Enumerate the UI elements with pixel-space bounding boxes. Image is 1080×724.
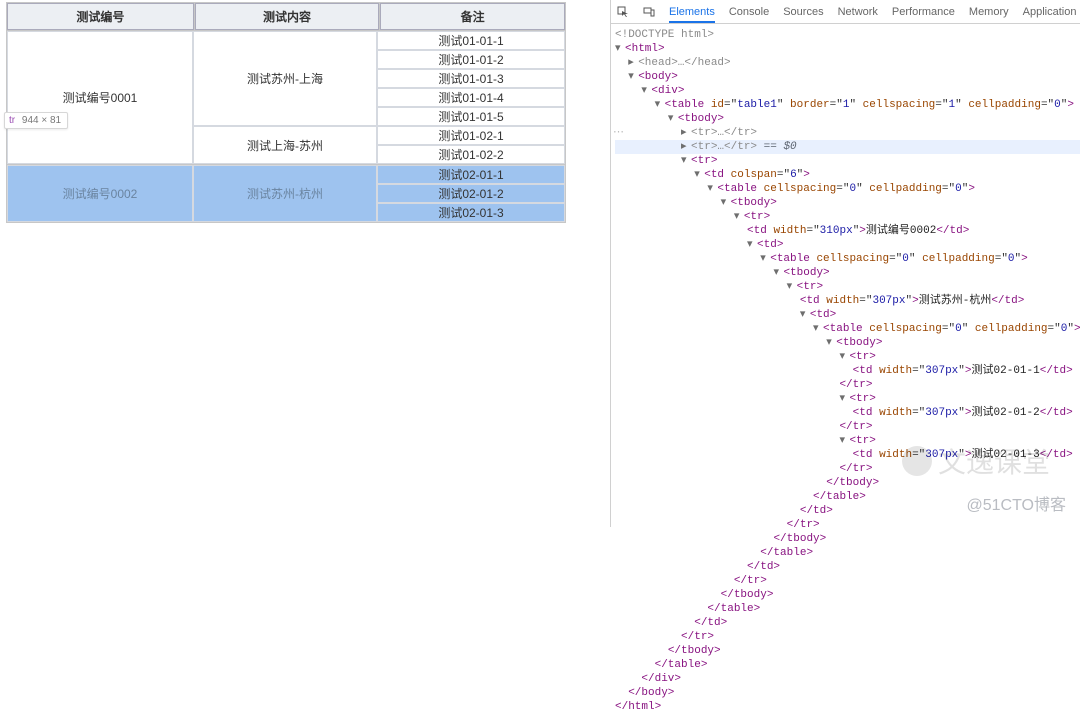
element-tooltip: tr 944 × 81 xyxy=(4,112,68,129)
dom-tree[interactable]: <!DOCTYPE html>▾<html> ▸<head>…</head> ▾… xyxy=(611,24,1080,724)
table-row[interactable]: 测试编号0002测试苏州-杭州测试02-01-1测试02-01-2测试02-01… xyxy=(7,165,565,222)
tooltip-tag: tr xyxy=(9,115,15,126)
col-header-content: 测试内容 xyxy=(195,3,380,30)
cell-note: 测试02-01-1 xyxy=(377,165,565,184)
cell-note: 测试02-01-3 xyxy=(377,203,565,222)
devtools-tab-network[interactable]: Network xyxy=(838,6,878,18)
cell-content: 测试苏州-杭州 xyxy=(193,165,377,222)
inspect-icon[interactable] xyxy=(617,5,629,19)
cell-content: 测试上海-苏州 xyxy=(193,126,377,164)
col-header-note: 备注 xyxy=(380,3,565,30)
rendered-page: 测试编号 测试内容 备注 测试编号0001测试苏州-上海测试01-01-1测试0… xyxy=(0,0,590,225)
cell-note: 测试01-01-5 xyxy=(377,107,565,126)
cell-id: 测试编号0001 xyxy=(7,31,193,164)
cell-note: 测试01-01-2 xyxy=(377,50,565,69)
devtools-tab-memory[interactable]: Memory xyxy=(969,6,1009,18)
cell-note: 测试01-02-2 xyxy=(377,145,565,164)
table-row[interactable]: 测试编号0001测试苏州-上海测试01-01-1测试01-01-2测试01-01… xyxy=(7,31,565,164)
data-table: 测试编号 测试内容 备注 测试编号0001测试苏州-上海测试01-01-1测试0… xyxy=(6,2,566,223)
watermark-site: @51CTO博客 xyxy=(966,491,1066,515)
device-icon[interactable] xyxy=(643,5,655,19)
devtools-tabbar: Elements Console Sources Network Performance… xyxy=(611,0,1080,24)
table-body: 测试编号0001测试苏州-上海测试01-01-1测试01-01-2测试01-01… xyxy=(7,31,565,222)
devtools-tab-performance[interactable]: Performance xyxy=(892,6,955,18)
cell-note: 测试01-02-1 xyxy=(377,126,565,145)
cell-note: 测试01-01-3 xyxy=(377,69,565,88)
devtools-tab-sources[interactable]: Sources xyxy=(783,6,823,18)
cell-note: 测试01-01-1 xyxy=(377,31,565,50)
devtools-tab-application[interactable]: Application xyxy=(1023,6,1077,18)
cell-note: 测试02-01-2 xyxy=(377,184,565,203)
cell-id: 测试编号0002 xyxy=(7,165,193,222)
col-header-id: 测试编号 xyxy=(7,3,194,30)
cell-content: 测试苏州-上海 xyxy=(193,31,377,126)
cell-note: 测试01-01-4 xyxy=(377,88,565,107)
devtools-tab-elements[interactable]: Elements xyxy=(669,6,715,23)
devtools-tab-console[interactable]: Console xyxy=(729,6,769,18)
table-header-row: 测试编号 测试内容 备注 xyxy=(7,3,565,30)
watermark-brand: 文逸课堂 xyxy=(902,441,1050,481)
wechat-icon xyxy=(902,446,932,476)
tooltip-dims: 944 × 81 xyxy=(22,115,61,126)
